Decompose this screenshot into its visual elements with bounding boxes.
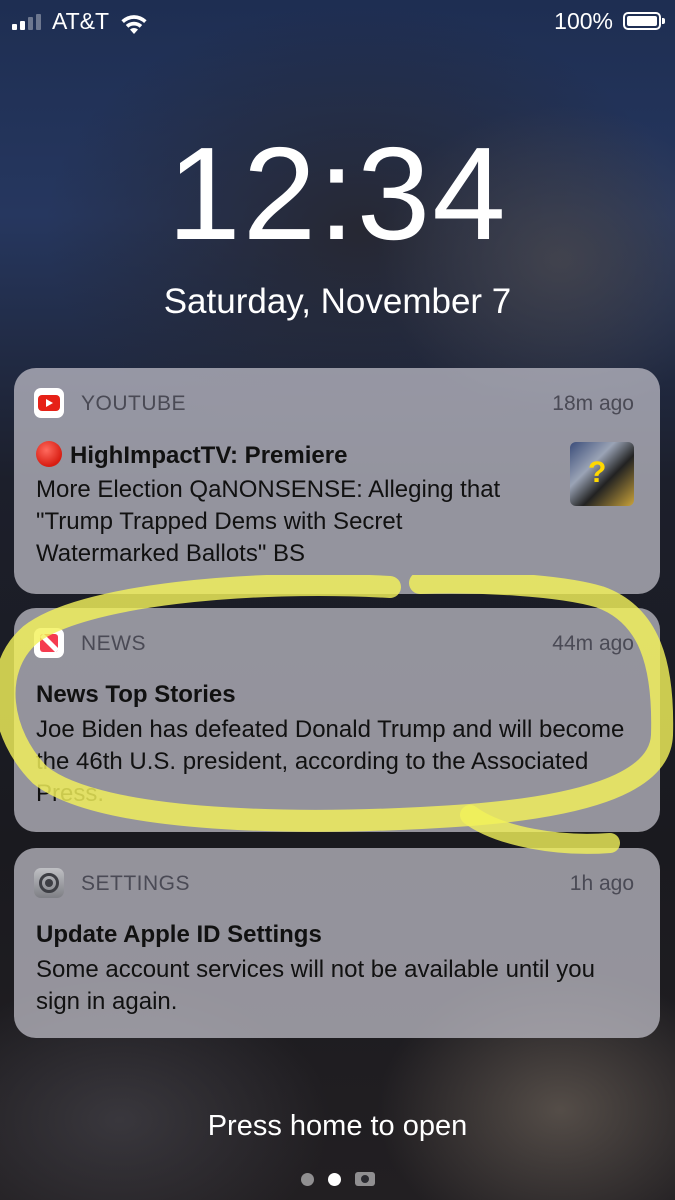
notification-news[interactable]: NEWS 44m ago News Top Stories Joe Biden … <box>14 608 660 832</box>
battery-percent: 100% <box>554 8 613 34</box>
status-bar: AT&T 100% <box>0 0 675 44</box>
notification-app-name: SETTINGS <box>81 872 191 895</box>
notification-title-row: HighImpactTV: Premiere <box>36 441 347 470</box>
settings-icon <box>34 868 64 898</box>
notification-time: 18m ago <box>552 392 634 415</box>
lock-date: Saturday, November 7 <box>163 282 512 321</box>
notification-header: YOUTUBE 18m ago <box>34 388 634 418</box>
notification-youtube[interactable]: YOUTUBE 18m ago HighImpactTV: Premiere M… <box>14 368 660 594</box>
notification-title: Update Apple ID Settings <box>36 921 322 948</box>
notification-body: Joe Biden has defeated Donald Trump and … <box>36 716 625 807</box>
notification-app-name: NEWS <box>81 632 146 655</box>
notification-body: More Election QaNONSENSE: Alleging that … <box>36 476 501 567</box>
red-circle-icon <box>36 441 62 467</box>
notification-settings[interactable]: SETTINGS 1h ago Update Apple ID Settings… <box>14 848 660 1038</box>
notification-title: News Top Stories <box>36 681 236 708</box>
notification-body: Some account services will not be availa… <box>36 956 595 1015</box>
youtube-icon <box>34 388 64 418</box>
carrier-label: AT&T <box>52 8 110 34</box>
signal-icon <box>12 14 41 30</box>
page-indicator[interactable] <box>0 1172 675 1186</box>
battery-icon <box>623 12 665 30</box>
notification-header: SETTINGS 1h ago <box>34 868 634 898</box>
news-icon <box>34 628 64 658</box>
press-home-hint: Press home to open <box>207 1110 468 1142</box>
lock-clock: 12:34 <box>167 120 508 267</box>
notification-app-name: YOUTUBE <box>81 392 187 415</box>
notification-header: NEWS 44m ago <box>34 628 634 658</box>
wifi-icon <box>121 15 147 34</box>
page-dot <box>300 1172 314 1186</box>
camera-icon[interactable] <box>354 1172 375 1186</box>
page-dot-active <box>327 1172 341 1186</box>
notification-title: HighImpactTV: Premiere <box>70 442 348 469</box>
video-thumbnail: ? <box>570 442 634 506</box>
notification-time: 1h ago <box>569 872 634 895</box>
notification-time: 44m ago <box>552 632 634 655</box>
